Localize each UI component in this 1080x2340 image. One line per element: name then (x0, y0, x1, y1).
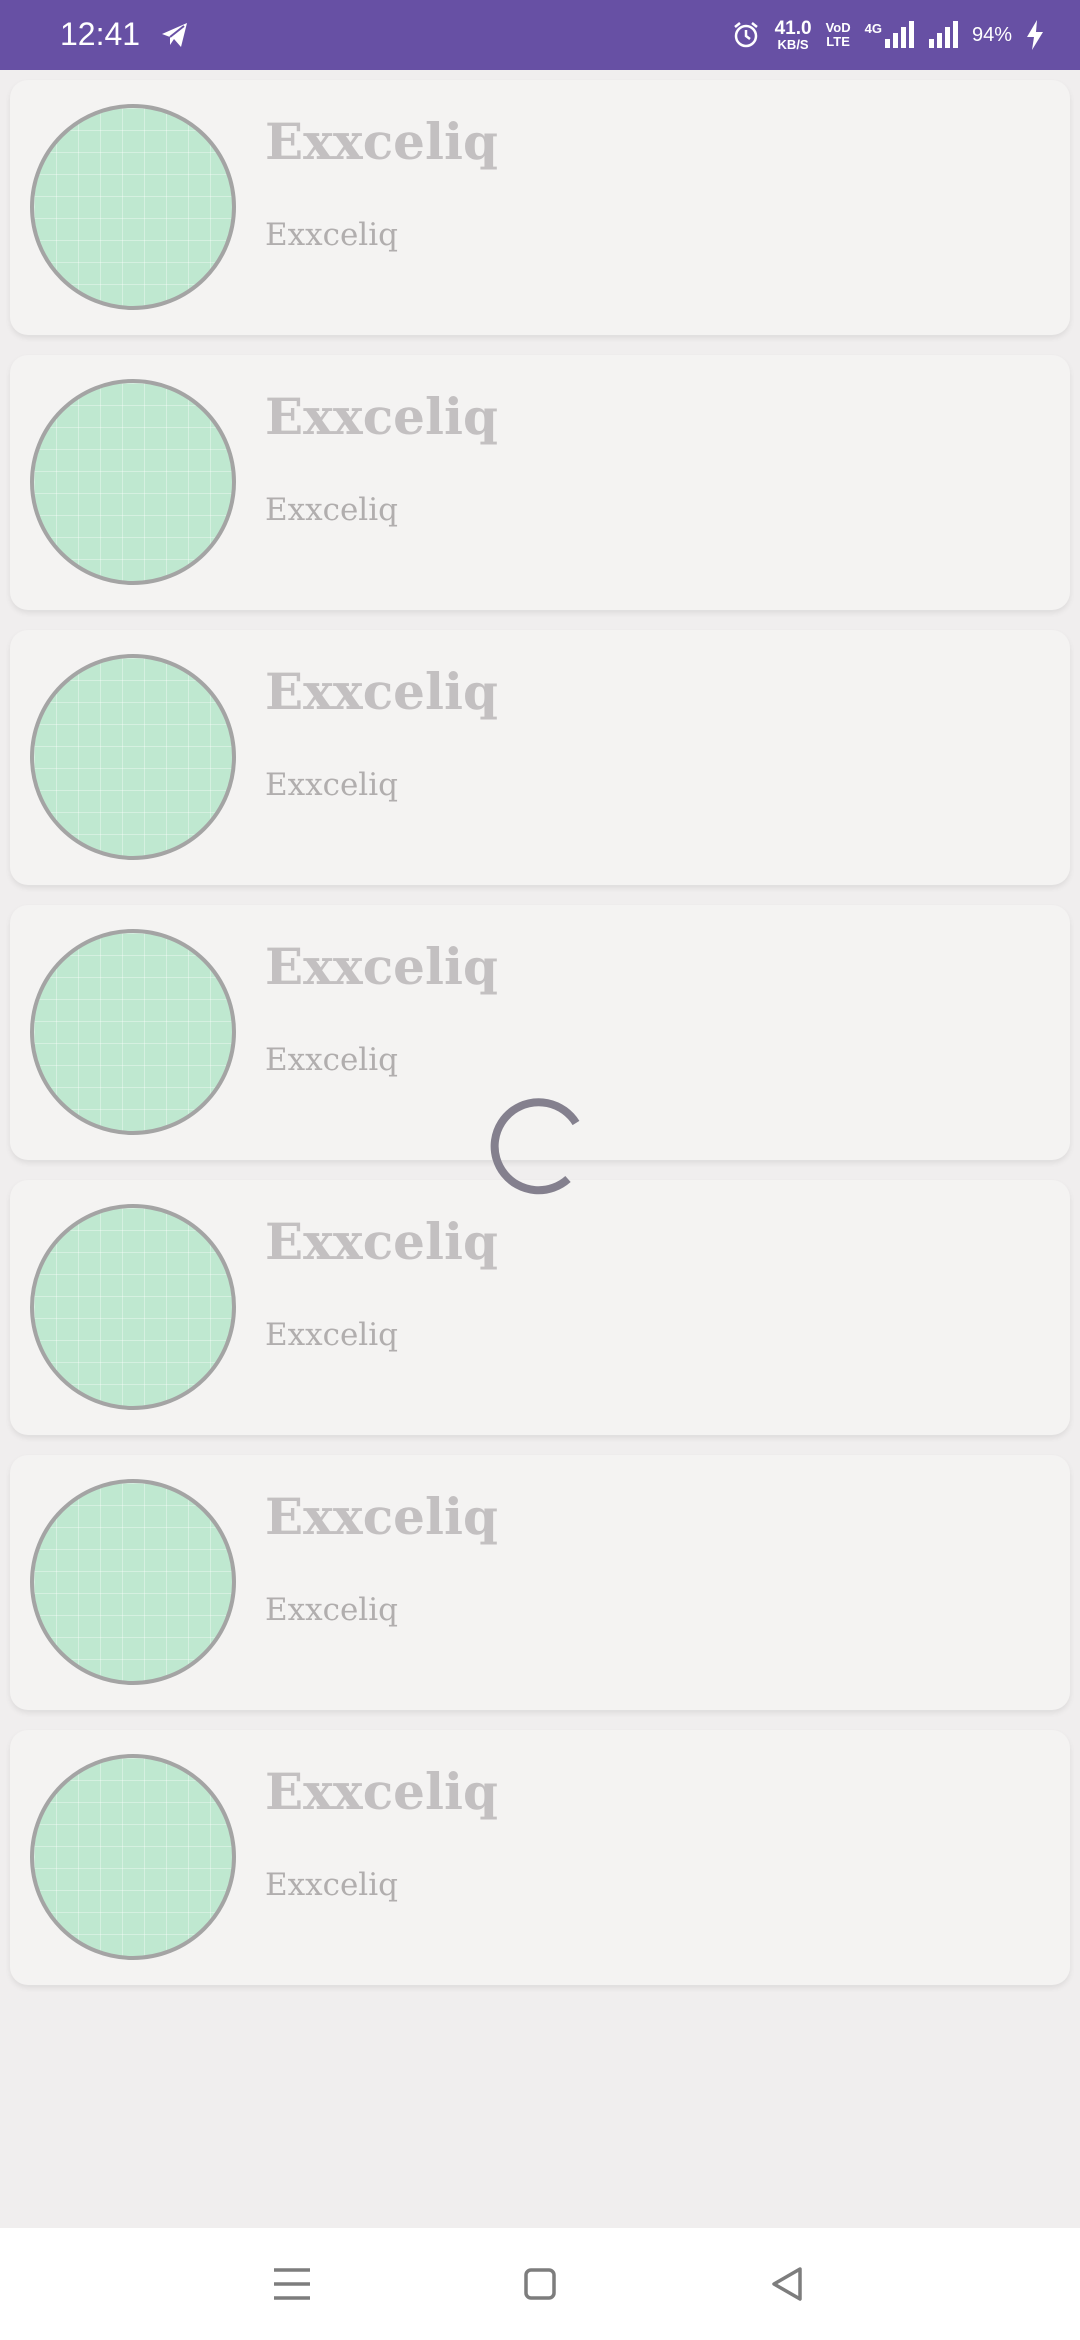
item-subtitle: Exxceliq (265, 767, 398, 803)
item-subtitle: Exxceliq (265, 492, 398, 528)
avatar (30, 654, 236, 860)
list-item[interactable]: Exxceliq Exxceliq (10, 630, 1070, 885)
item-title: Exxceliq (265, 937, 498, 996)
item-subtitle: Exxceliq (265, 1592, 398, 1628)
item-title: Exxceliq (265, 662, 498, 721)
list-item[interactable]: Exxceliq Exxceliq (10, 1730, 1070, 1985)
home-icon[interactable] (514, 2258, 566, 2310)
avatar (30, 1479, 236, 1685)
volte-indicator: VoD LTE (826, 21, 851, 48)
item-title: Exxceliq (265, 112, 498, 171)
item-title: Exxceliq (265, 1212, 498, 1271)
signal-icon (884, 21, 914, 48)
alarm-icon (733, 22, 758, 48)
item-subtitle: Exxceliq (265, 1317, 398, 1353)
item-title: Exxceliq (265, 1487, 498, 1546)
item-subtitle: Exxceliq (265, 1042, 398, 1078)
status-icons: 41.0 KB/S VoD LTE 4G 94% (731, 16, 1044, 54)
network-speed-unit: KB/S (777, 37, 809, 52)
navigation-bar (0, 2228, 1080, 2340)
signal-icon (928, 21, 958, 48)
network-speed-value: 41.0 (774, 18, 812, 39)
back-icon[interactable] (762, 2258, 814, 2310)
item-title: Exxceliq (265, 387, 498, 446)
status-bar: 12:41 41.0 KB/S VoD LTE 4G 94% (0, 0, 1080, 70)
list-item[interactable]: Exxceliq Exxceliq (10, 80, 1070, 335)
avatar (30, 104, 236, 310)
charging-icon (1027, 20, 1043, 50)
status-time: 12:41 (60, 16, 141, 52)
item-title: Exxceliq (265, 1762, 498, 1821)
network-type-label: 4G (864, 21, 882, 36)
avatar (30, 1204, 236, 1410)
list-item[interactable]: Exxceliq Exxceliq (10, 1180, 1070, 1435)
avatar (30, 379, 236, 585)
volte-top-label: VoD (825, 20, 851, 36)
item-subtitle: Exxceliq (265, 217, 398, 253)
loading-spinner-icon (490, 1098, 580, 1195)
telegram-icon (162, 23, 187, 47)
item-subtitle: Exxceliq (265, 1867, 398, 1903)
avatar (30, 929, 236, 1135)
volte-bottom-label: LTE (826, 34, 850, 49)
signal-4g: 4G (865, 21, 914, 49)
list-item[interactable]: Exxceliq Exxceliq (10, 355, 1070, 610)
list-item[interactable]: Exxceliq Exxceliq (10, 1455, 1070, 1710)
network-speed: 41.0 KB/S (775, 19, 812, 51)
avatar (30, 1754, 236, 1960)
menu-icon[interactable] (266, 2258, 318, 2310)
battery-percentage: 94% (971, 23, 1012, 46)
item-list[interactable]: Exxceliq Exxceliq Exxceliq Exxceliq Exxc… (0, 70, 1080, 1995)
